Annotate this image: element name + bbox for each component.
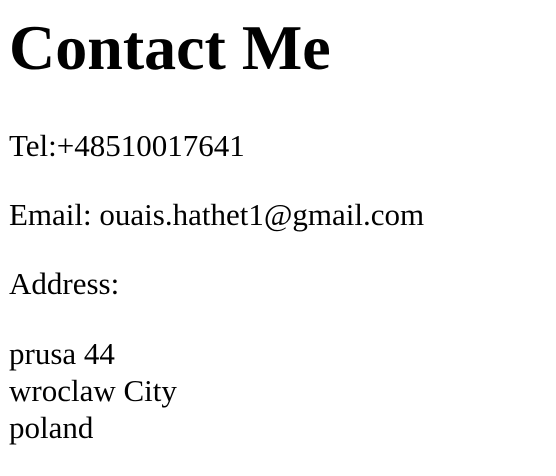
address-block: prusa 44 wroclaw City poland xyxy=(9,335,177,446)
address-city: wroclaw City xyxy=(9,373,177,408)
address-label: Address: xyxy=(9,266,120,301)
telephone-text: Tel:+48510017641 xyxy=(9,128,245,163)
email-text: Email: ouais.hathet1@gmail.com xyxy=(9,197,425,232)
address-street: prusa 44 xyxy=(9,336,115,371)
address-country: poland xyxy=(9,410,94,445)
page-title: Contact Me xyxy=(9,12,331,83)
